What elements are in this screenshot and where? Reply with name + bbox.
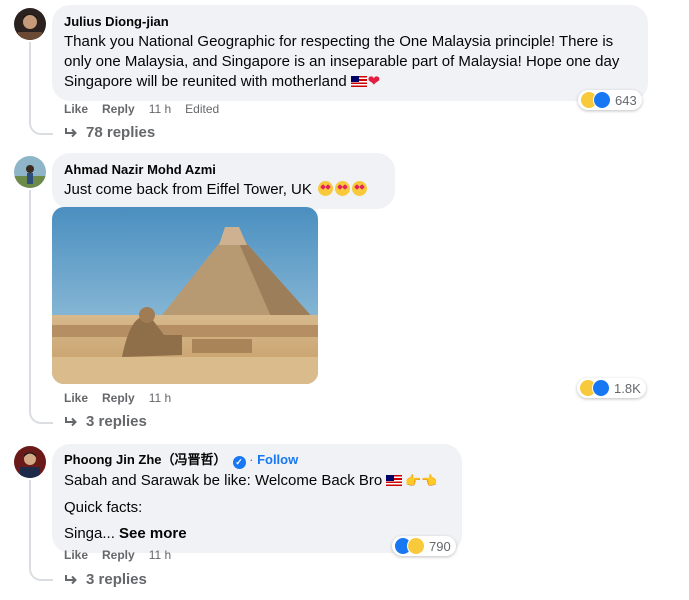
comment-text-line-1: Sabah and Sarawak be like: Welcome Back … bbox=[64, 472, 383, 489]
reaction-count: 790 bbox=[429, 538, 451, 554]
reaction-summary[interactable]: 790 bbox=[392, 536, 456, 556]
like-reaction-icon bbox=[592, 379, 610, 397]
comment-text: Thank you National Geographic for respec… bbox=[64, 32, 636, 92]
avatar[interactable] bbox=[14, 446, 46, 478]
comment-author[interactable]: Phoong Jin Zhe（冯晋哲） bbox=[64, 452, 227, 467]
edited-label: Edited bbox=[185, 102, 220, 116]
handshake-hands-icon: 👉👈 bbox=[405, 473, 438, 488]
separator-dot: · bbox=[245, 452, 258, 467]
see-more-link[interactable]: See more bbox=[119, 525, 187, 542]
comment-author-row: Phoong Jin Zhe（冯晋哲） ✓ · Follow bbox=[64, 451, 450, 469]
avatar[interactable] bbox=[14, 8, 46, 40]
heart-eyes-emoji-icon bbox=[318, 181, 334, 196]
view-replies-button[interactable]: 78 replies bbox=[64, 124, 155, 141]
timestamp[interactable]: 11 h bbox=[149, 548, 171, 562]
thread-line bbox=[29, 42, 53, 135]
comment-actions: Like Reply 11 h bbox=[64, 391, 185, 405]
comment-actions: Like Reply 11 h bbox=[64, 548, 185, 562]
replies-label: 3 replies bbox=[86, 571, 147, 588]
comment-text: Sabah and Sarawak be like: Welcome Back … bbox=[64, 471, 450, 544]
comment-text-line-3: Singa... bbox=[64, 525, 115, 542]
reaction-summary[interactable]: 643 bbox=[578, 90, 642, 110]
comment-author[interactable]: Ahmad Nazir Mohd Azmi bbox=[64, 161, 383, 178]
verified-badge-icon: ✓ bbox=[232, 456, 246, 469]
malaysia-flag-icon bbox=[350, 76, 367, 87]
comment-text-line-2: Quick facts: bbox=[64, 499, 143, 516]
like-button[interactable]: Like bbox=[64, 391, 88, 405]
reply-arrow-icon bbox=[65, 127, 77, 137]
comment-bubble: Julius Diong-jian Thank you National Geo… bbox=[52, 5, 648, 101]
comment-bubble: Ahmad Nazir Mohd Azmi Just come back fro… bbox=[52, 153, 395, 209]
haha-reaction-icon bbox=[407, 537, 425, 555]
reply-arrow-icon bbox=[65, 574, 77, 584]
thread-line bbox=[29, 480, 53, 581]
like-button[interactable]: Like bbox=[64, 548, 88, 562]
timestamp[interactable]: 11 h bbox=[149, 102, 171, 116]
like-reaction-icon bbox=[593, 91, 611, 109]
thread-line bbox=[29, 190, 53, 424]
reply-button[interactable]: Reply bbox=[102, 391, 135, 405]
replies-label: 78 replies bbox=[86, 124, 156, 141]
reaction-summary[interactable]: 1.8K bbox=[577, 378, 646, 398]
comment-text-body: Just come back from Eiffel Tower, UK bbox=[64, 181, 312, 198]
avatar[interactable] bbox=[14, 156, 46, 188]
reply-button[interactable]: Reply bbox=[102, 548, 135, 562]
like-button[interactable]: Like bbox=[64, 102, 88, 116]
reaction-count: 643 bbox=[615, 92, 637, 108]
malaysia-flag-icon bbox=[386, 475, 403, 486]
comment-author[interactable]: Julius Diong-jian bbox=[64, 13, 636, 30]
comment-text: Just come back from Eiffel Tower, UK bbox=[64, 180, 383, 200]
reply-arrow-icon bbox=[65, 416, 77, 426]
comment-actions: Like Reply 11 h Edited bbox=[64, 102, 233, 116]
view-replies-button[interactable]: 3 replies bbox=[64, 571, 147, 588]
comment-text-body: Thank you National Geographic for respec… bbox=[64, 33, 620, 90]
heart-eyes-emoji-icon bbox=[335, 181, 351, 196]
reply-button[interactable]: Reply bbox=[102, 102, 135, 116]
timestamp[interactable]: 11 h bbox=[149, 391, 171, 405]
reaction-count: 1.8K bbox=[614, 380, 641, 396]
heart-eyes-emoji-icon bbox=[352, 181, 368, 196]
replies-label: 3 replies bbox=[86, 413, 147, 430]
comment-photo[interactable] bbox=[52, 207, 318, 384]
red-heart-icon: ❤ bbox=[367, 73, 381, 90]
follow-button[interactable]: Follow bbox=[257, 452, 298, 467]
view-replies-button[interactable]: 3 replies bbox=[64, 413, 147, 430]
